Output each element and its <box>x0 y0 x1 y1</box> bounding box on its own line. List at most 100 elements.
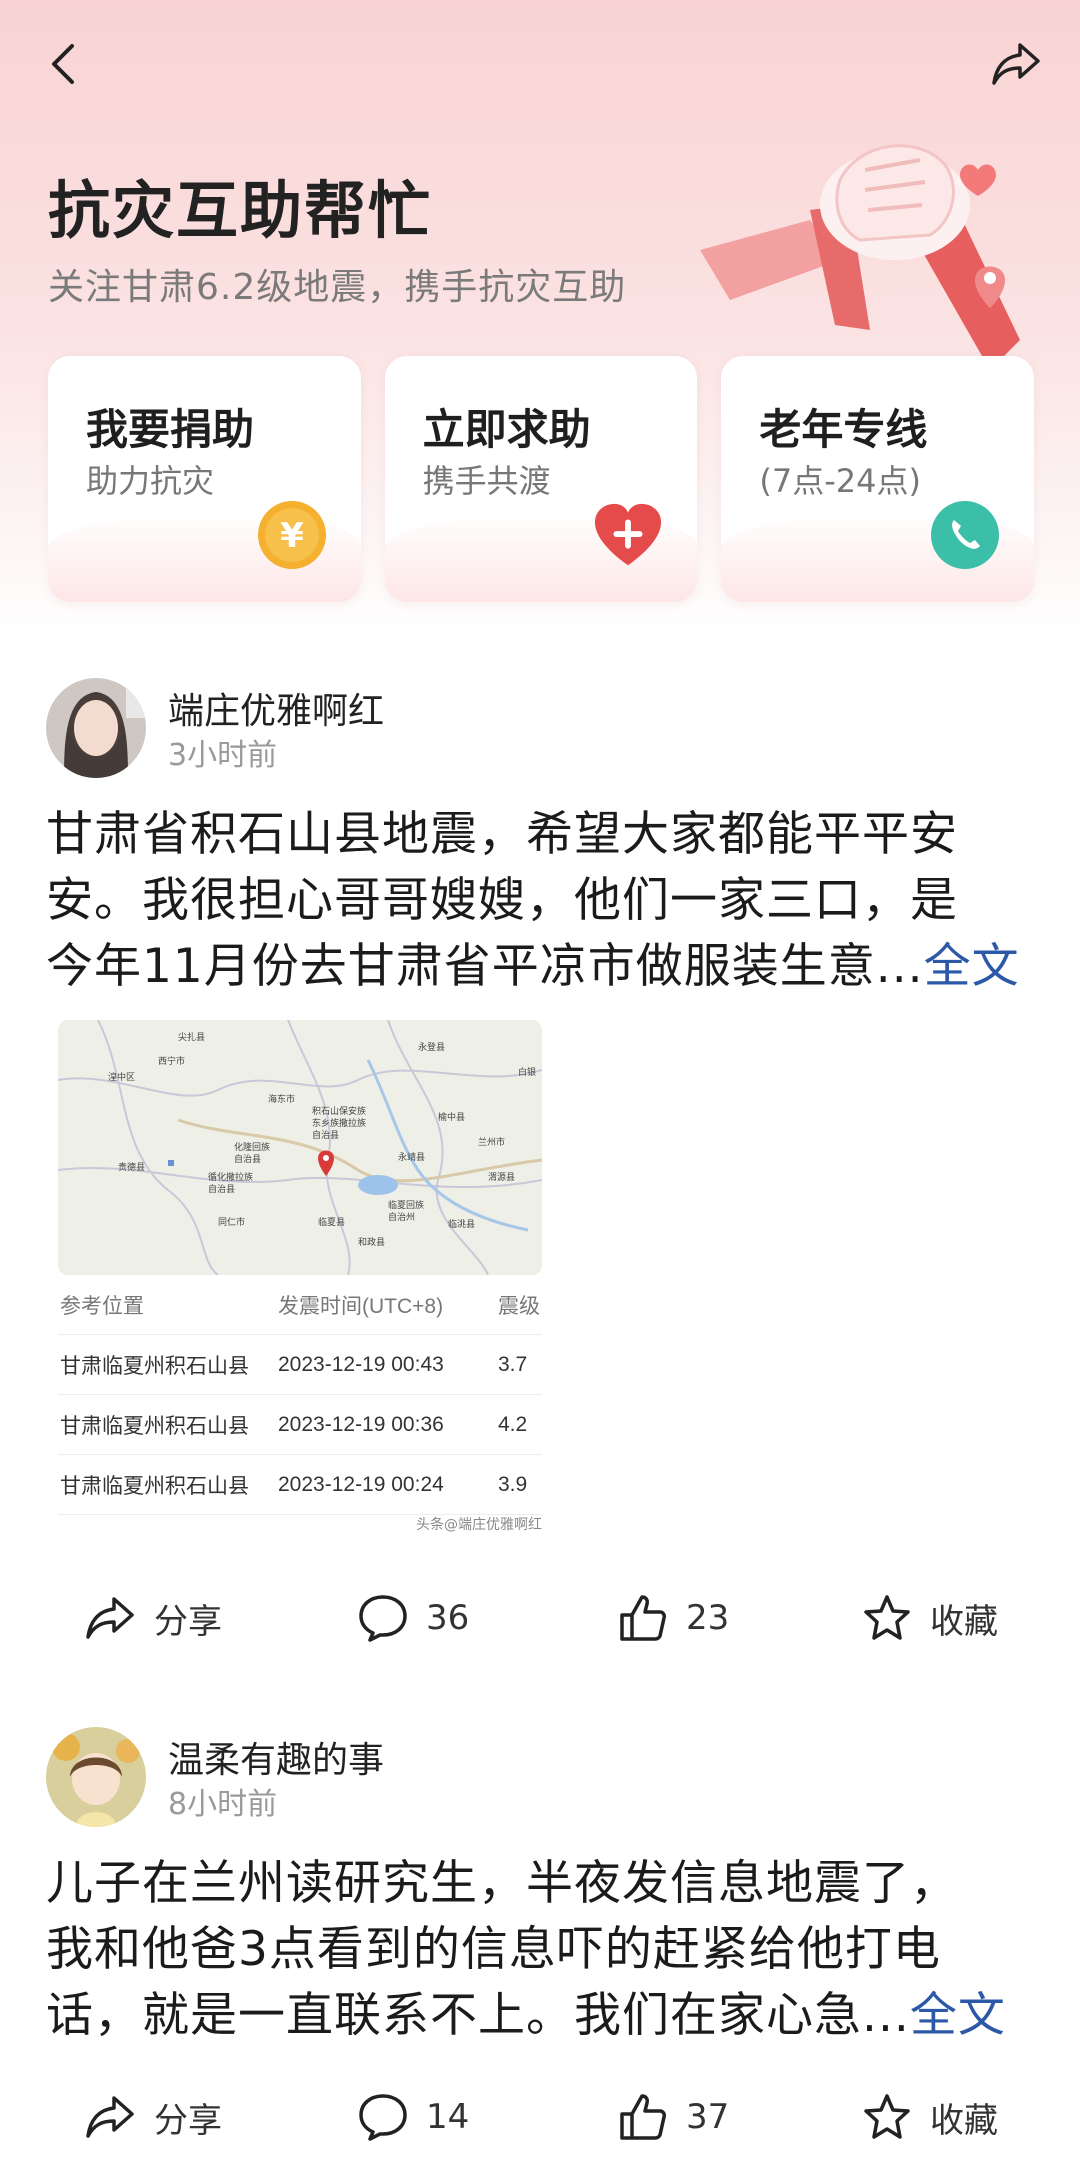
hero-banner: 抗灾互助帮忙 关注甘肃6.2级地震，携手抗灾互助 我要捐助 助力抗灾 ¥ 立即求… <box>0 0 1080 640</box>
image-watermark: 头条@端庄优雅啊红 <box>416 1517 542 1533</box>
map-graphic: 西宁市 海东市 积石山保安族 东乡族撒拉族 自治县 兰州市 永靖县 化隆回族 自… <box>58 1020 542 1275</box>
svg-text:白银: 白银 <box>518 1066 536 1078</box>
share-icon <box>992 43 1040 85</box>
post-actions: 分享 14 37 收藏 <box>0 2077 1080 2157</box>
post-line: 安。我很担心哥哥嫂嫂，他们一家三口，是 <box>46 873 958 928</box>
svg-text:西宁市: 西宁市 <box>158 1055 185 1067</box>
favorite-label: 收藏 <box>930 1601 998 1642</box>
post-time: 8小时前 <box>168 1787 278 1822</box>
table-row: 甘肃临夏州积石山县 2023-12-19 00:36 4.2 <box>58 1395 542 1455</box>
svg-text:¥: ¥ <box>280 516 304 556</box>
earthquake-map: 西宁市 海东市 积石山保安族 东乡族撒拉族 自治县 兰州市 永靖县 化隆回族 自… <box>58 1020 542 1275</box>
time-cell: 2023-12-19 00:24 <box>278 1472 444 1496</box>
column-header: 发震时间(UTC+8) <box>278 1294 444 1318</box>
table-row: 甘肃临夏州积石山县 2023-12-19 00:24 3.9 <box>58 1455 542 1515</box>
column-header: 参考位置 <box>60 1294 144 1318</box>
favorite-label: 收藏 <box>930 2100 998 2141</box>
comment-count: 14 <box>426 2097 470 2137</box>
heart-plus-icon <box>593 500 663 570</box>
post-line: 甘肃省积石山县地震，希望大家都能平平安 <box>46 807 958 862</box>
magnitude-cell: 3.9 <box>498 1472 528 1496</box>
svg-text:同仁市: 同仁市 <box>218 1216 245 1228</box>
comment-icon <box>359 2094 407 2141</box>
card-subtitle: (7点-24点) <box>759 462 921 500</box>
svg-text:化隆回族: 化隆回族 <box>234 1141 270 1153</box>
yen-coin-icon: ¥ <box>257 500 327 570</box>
svg-text:临夏县: 临夏县 <box>318 1216 345 1228</box>
column-header: 震级 <box>498 1294 540 1318</box>
location-cell: 甘肃临夏州积石山县 <box>60 1354 249 1378</box>
favorite-action[interactable]: 收藏 <box>862 1578 998 1658</box>
avatar[interactable] <box>46 1727 146 1827</box>
svg-text:渭源县: 渭源县 <box>488 1172 515 1183</box>
elderly-hotline-card[interactable]: 老年专线 (7点-24点) <box>721 356 1035 602</box>
help-request-card[interactable]: 立即求助 携手共渡 <box>384 356 698 602</box>
svg-text:东乡族撒拉族: 东乡族撒拉族 <box>312 1117 366 1129</box>
handshake-illustration <box>700 144 1020 370</box>
post-image[interactable]: 西宁市 海东市 积石山保安族 东乡族撒拉族 自治县 兰州市 永靖县 化隆回族 自… <box>58 1020 542 1542</box>
phone-icon <box>930 500 1000 570</box>
share-action[interactable]: 分享 <box>84 1578 222 1658</box>
card-title: 立即求助 <box>422 405 591 454</box>
svg-text:循化撒拉族: 循化撒拉族 <box>208 1171 253 1183</box>
post-line: 儿子在兰州读研究生，半夜发信息地震了， <box>46 1856 958 1911</box>
post-line: 我和他爸3点看到的信息吓的赶紧给他打电 <box>46 1922 941 1977</box>
comment-action[interactable]: 14 <box>358 2077 469 2157</box>
share-label: 分享 <box>154 2100 222 2141</box>
quick-actions: 我要捐助 助力抗灾 ¥ 立即求助 携手共渡 老年专线 (7点-24点) <box>48 356 1035 602</box>
share-label: 分享 <box>154 1601 222 1642</box>
share-button[interactable] <box>980 28 1052 100</box>
time-cell: 2023-12-19 00:36 <box>278 1412 444 1436</box>
thumbs-up-icon <box>620 1595 666 1641</box>
share-action[interactable]: 分享 <box>84 2077 222 2157</box>
svg-text:湟中区: 湟中区 <box>108 1071 135 1083</box>
table-header: 参考位置 发震时间(UTC+8) 震级 <box>58 1275 542 1335</box>
like-action[interactable]: 37 <box>618 2077 729 2157</box>
back-button[interactable] <box>28 28 100 100</box>
svg-text:自治州: 自治州 <box>388 1211 415 1223</box>
svg-text:临洮县: 临洮县 <box>448 1218 475 1230</box>
magnitude-cell: 4.2 <box>498 1412 528 1436</box>
card-title: 老年专线 <box>759 405 928 454</box>
like-count: 37 <box>686 2097 730 2137</box>
post-actions: 分享 36 23 收藏 <box>0 1578 1080 1658</box>
svg-text:海东市: 海东市 <box>268 1093 295 1105</box>
location-cell: 甘肃临夏州积石山县 <box>60 1414 249 1438</box>
avatar[interactable] <box>46 678 146 778</box>
table-row: 甘肃临夏州积石山县 2023-12-19 00:43 3.7 <box>58 1335 542 1395</box>
share-icon <box>86 1597 134 1639</box>
read-more-link[interactable]: 全文 <box>924 939 1020 994</box>
star-icon <box>864 2094 910 2139</box>
svg-text:永靖县: 永靖县 <box>398 1151 425 1163</box>
donate-card[interactable]: 我要捐助 助力抗灾 ¥ <box>48 356 361 602</box>
star-icon <box>864 1595 910 1640</box>
svg-text:自治县: 自治县 <box>312 1129 339 1141</box>
location-cell: 甘肃临夏州积石山县 <box>60 1474 249 1498</box>
comment-icon <box>359 1595 407 1642</box>
feed-post: 温柔有趣的事 8小时前 儿子在兰州读研究生，半夜发信息地震了， 我和他爸3点看到… <box>0 1725 1080 2183</box>
card-title: 我要捐助 <box>86 405 255 454</box>
read-more-link[interactable]: 全文 <box>910 1988 1006 2043</box>
post-time: 3小时前 <box>168 738 278 773</box>
author-name[interactable]: 温柔有趣的事 <box>168 1731 384 1783</box>
feed-post: 端庄优雅啊红 3小时前 甘肃省积石山县地震，希望大家都能平平安 安。我很担心哥哥… <box>0 670 1080 1670</box>
thumbs-up-icon <box>620 2094 666 2140</box>
time-cell: 2023-12-19 00:43 <box>278 1352 444 1376</box>
earthquake-table: 参考位置 发震时间(UTC+8) 震级 甘肃临夏州积石山县 2023-12-19… <box>58 1275 542 1515</box>
chevron-left-icon <box>52 44 74 84</box>
like-count: 23 <box>686 1598 730 1638</box>
comment-action[interactable]: 36 <box>358 1578 469 1658</box>
svg-text:和政县: 和政县 <box>358 1236 385 1248</box>
svg-text:尖扎县: 尖扎县 <box>178 1031 205 1043</box>
post-body[interactable]: 儿子在兰州读研究生，半夜发信息地震了， 我和他爸3点看到的信息吓的赶紧给他打电 … <box>46 1851 1036 2049</box>
favorite-action[interactable]: 收藏 <box>862 2077 998 2157</box>
svg-text:积石山保安族: 积石山保安族 <box>312 1105 366 1117</box>
page-title: 抗灾互助帮忙 <box>48 174 433 247</box>
comment-count: 36 <box>426 1598 470 1638</box>
like-action[interactable]: 23 <box>618 1578 729 1658</box>
svg-text:临夏回族: 临夏回族 <box>388 1199 424 1211</box>
card-subtitle: 助力抗灾 <box>86 462 215 500</box>
post-body[interactable]: 甘肃省积石山县地震，希望大家都能平平安 安。我很担心哥哥嫂嫂，他们一家三口，是 … <box>46 802 1036 1000</box>
author-name[interactable]: 端庄优雅啊红 <box>168 682 384 734</box>
svg-text:榆中县: 榆中县 <box>438 1111 465 1123</box>
